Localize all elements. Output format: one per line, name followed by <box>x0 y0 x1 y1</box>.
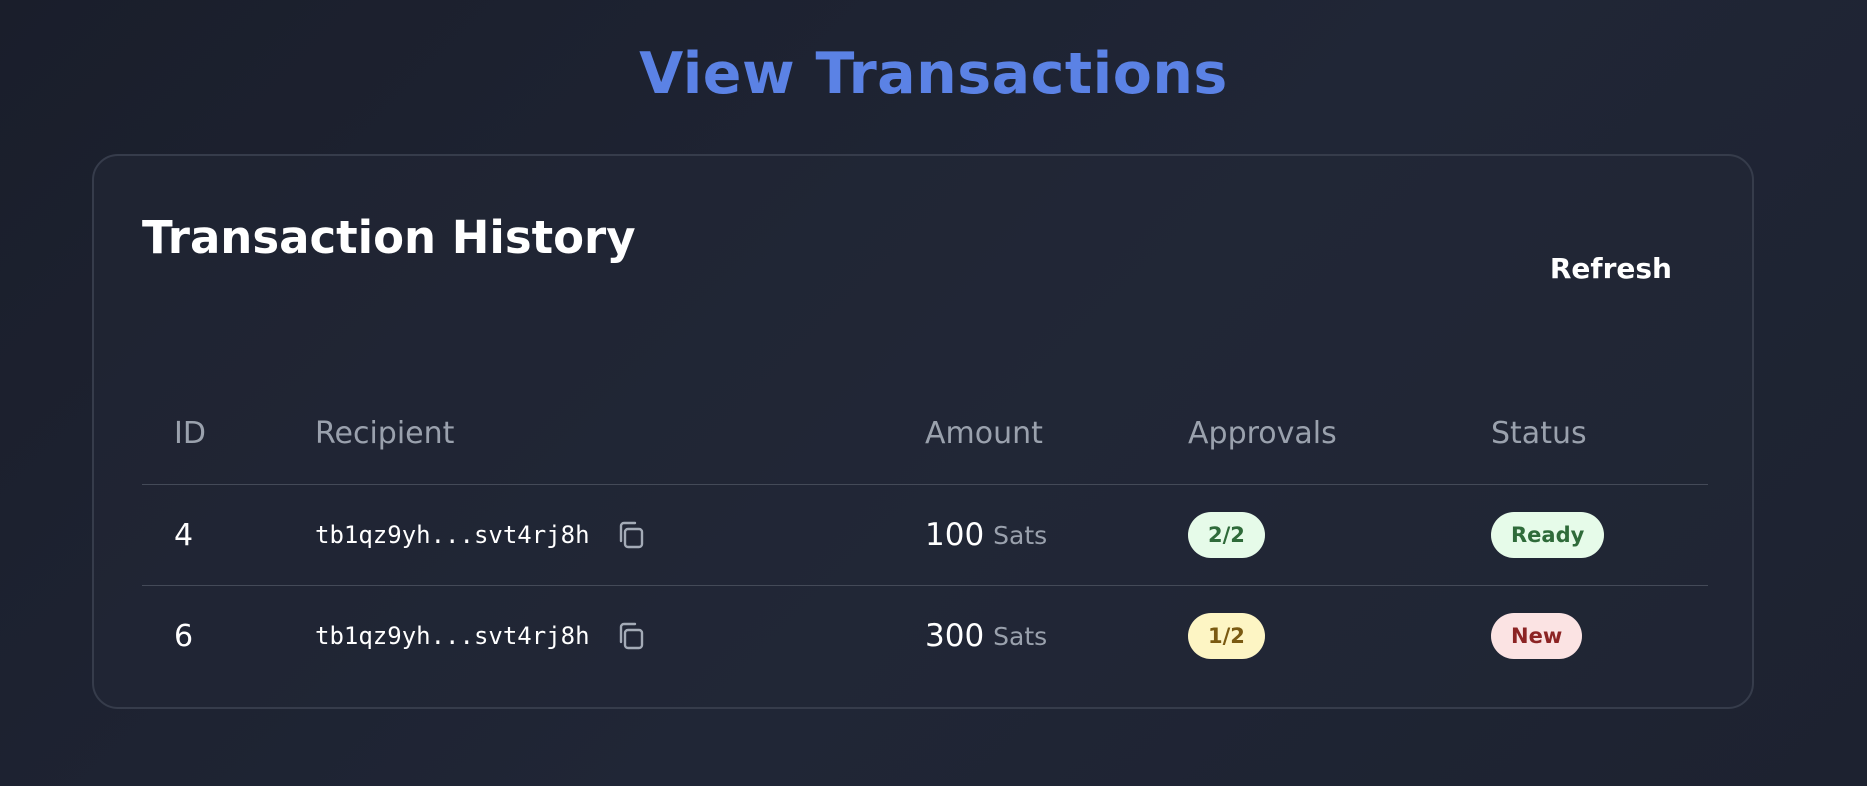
transaction-id: 6 <box>174 618 194 654</box>
recipient-address: tb1qz9yh...svt4rj8h <box>315 521 590 549</box>
amount-unit: Sats <box>993 520 1048 550</box>
transaction-history-card: Transaction History Refresh ID Recipient… <box>92 154 1754 709</box>
transaction-id: 4 <box>174 517 194 553</box>
table-row: 4 tb1qz9yh...svt4rj8h 100 Sats 2/2 Ready <box>142 485 1708 586</box>
recipient-address: tb1qz9yh...svt4rj8h <box>315 622 590 650</box>
transactions-table: ID Recipient Amount Approvals Status 4 t… <box>142 386 1708 686</box>
amount-unit: Sats <box>993 621 1048 651</box>
status-badge: Ready <box>1491 512 1605 558</box>
column-header-status: Status <box>1491 416 1587 451</box>
column-header-recipient: Recipient <box>315 416 455 451</box>
table-row: 6 tb1qz9yh...svt4rj8h 300 Sats 1/2 New <box>142 586 1708 686</box>
column-header-amount: Amount <box>925 416 1043 451</box>
amount-value: 100 <box>925 517 985 553</box>
amount-value: 300 <box>925 618 985 654</box>
table-header: ID Recipient Amount Approvals Status <box>142 386 1708 485</box>
approvals-badge: 1/2 <box>1188 613 1265 659</box>
card-title: Transaction History <box>142 211 636 264</box>
status-badge: New <box>1491 613 1583 659</box>
column-header-id: ID <box>174 416 206 451</box>
copy-address-button[interactable] <box>614 619 648 653</box>
copy-icon <box>619 622 643 650</box>
approvals-badge: 2/2 <box>1188 512 1265 558</box>
page-title: View Transactions <box>639 41 1228 107</box>
column-header-approvals: Approvals <box>1188 416 1337 451</box>
copy-address-button[interactable] <box>614 518 648 552</box>
refresh-button[interactable]: Refresh <box>1550 244 1672 293</box>
copy-icon <box>619 521 643 549</box>
